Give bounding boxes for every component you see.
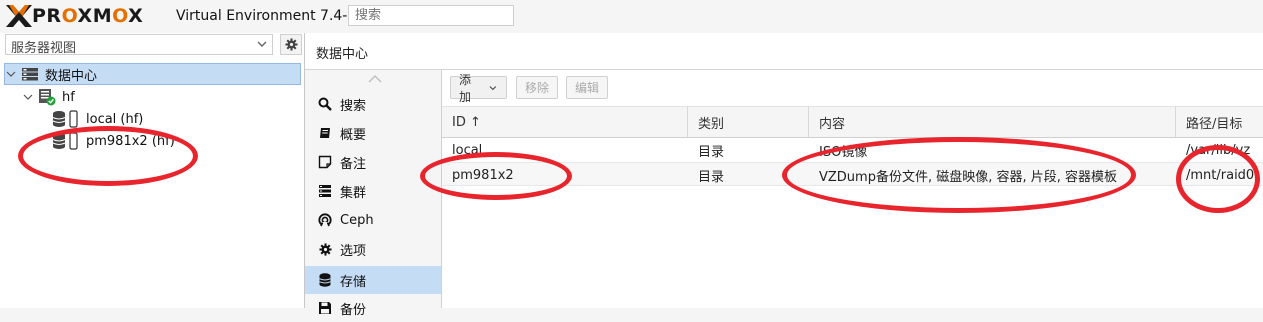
column-header-path[interactable]: 路径/目标 bbox=[1176, 107, 1263, 137]
nav-item-notes[interactable]: 备注 bbox=[305, 148, 441, 176]
cell-id: local bbox=[452, 142, 483, 158]
tree-settings-button[interactable] bbox=[280, 34, 302, 55]
chevron-down-icon bbox=[489, 85, 497, 90]
nav-item-label: 选项 bbox=[340, 243, 367, 259]
server-rack-icon bbox=[22, 68, 38, 81]
table-row[interactable]: pm981x2 目录 VZDump备份文件, 磁盘映像, 容器, 片段, 容器模… bbox=[442, 162, 1263, 186]
tree-item-storage-pm981x2[interactable]: pm981x2 (hf) bbox=[52, 130, 175, 152]
tree-item-label: pm981x2 (hf) bbox=[86, 133, 175, 149]
nav-item-label: 备份 bbox=[340, 302, 367, 318]
nav-item-backup[interactable]: 备份 bbox=[305, 294, 441, 322]
nav-item-options[interactable]: 选项 bbox=[305, 235, 441, 263]
ceph-icon bbox=[318, 213, 332, 227]
tree-item-datacenter[interactable]: 数据中心 bbox=[4, 63, 301, 85]
search-input[interactable] bbox=[348, 5, 514, 26]
cell-path: /var/lib/vz bbox=[1186, 142, 1251, 158]
cell-content: ISO镜像 bbox=[819, 144, 868, 160]
storage-icon bbox=[52, 132, 78, 150]
note-icon bbox=[318, 155, 332, 169]
table-row[interactable]: local 目录 ISO镜像 /var/lib/vz bbox=[442, 138, 1263, 162]
cell-path: /mnt/raid0 bbox=[1186, 167, 1255, 183]
proxmox-logo[interactable]: PROXMOX bbox=[6, 5, 143, 27]
chevron-down-icon[interactable] bbox=[5, 68, 17, 80]
column-header-content[interactable]: 内容 bbox=[809, 107, 1176, 137]
add-button-label: 添加 bbox=[459, 72, 472, 104]
gear-icon bbox=[284, 38, 298, 51]
tree-item-label: local (hf) bbox=[86, 111, 144, 127]
cell-content: VZDump备份文件, 磁盘映像, 容器, 片段, 容器模板 bbox=[819, 169, 1118, 185]
nav-item-label: 集群 bbox=[340, 185, 367, 201]
nav-item-label: 存储 bbox=[340, 274, 367, 290]
view-select-value: 服务器视图 bbox=[11, 41, 77, 56]
chevron-down-icon[interactable] bbox=[22, 91, 34, 103]
add-button[interactable]: 添加 bbox=[450, 73, 507, 104]
storage-icon bbox=[52, 110, 78, 128]
nav-item-label: 备注 bbox=[340, 156, 367, 172]
view-select[interactable]: 服务器视图 bbox=[5, 34, 273, 56]
resource-tree-panel: 服务器视图 数据中心 hf local (hf) pm981x2 (hf) bbox=[0, 33, 305, 308]
chevron-down-icon bbox=[257, 41, 267, 47]
nav-item-summary[interactable]: 概要 bbox=[305, 119, 441, 147]
book-icon bbox=[320, 128, 330, 138]
tree-item-label: hf bbox=[62, 89, 75, 105]
cell-id: pm981x2 bbox=[452, 167, 514, 183]
column-header-type[interactable]: 类别 bbox=[688, 107, 809, 137]
floppy-icon bbox=[319, 302, 331, 314]
nav-item-storage[interactable]: 存储 bbox=[305, 266, 441, 294]
tree-item-label: 数据中心 bbox=[45, 68, 98, 84]
version-label: Virtual Environment 7.4-17 bbox=[176, 8, 366, 24]
nav-item-search[interactable]: 搜索 bbox=[305, 90, 441, 118]
datacenter-nav: 搜索 概要 备注 集群 Ceph 选项 存储 备份 bbox=[305, 70, 442, 318]
breadcrumb: 数据中心 bbox=[316, 47, 369, 62]
proxmox-x-icon bbox=[6, 5, 32, 27]
cell-type: 目录 bbox=[698, 144, 725, 160]
server-icon bbox=[319, 185, 331, 197]
storage-panel: 添加 移除 编辑 ID ↑ 类别 内容 路径/目标 local 目录 ISO镜像… bbox=[442, 70, 1263, 308]
grid-header: ID ↑ 类别 内容 路径/目标 bbox=[442, 106, 1263, 138]
breadcrumb-bar: 数据中心 bbox=[305, 33, 1263, 70]
nav-item-label: Ceph bbox=[340, 212, 374, 228]
node-online-icon bbox=[39, 89, 56, 106]
gear-icon bbox=[318, 242, 332, 256]
tree-item-node-hf[interactable]: hf bbox=[22, 86, 75, 108]
tree-item-storage-local[interactable]: local (hf) bbox=[52, 108, 143, 130]
cell-type: 目录 bbox=[698, 169, 725, 185]
nav-item-cluster[interactable]: 集群 bbox=[305, 177, 441, 205]
nav-item-label: 概要 bbox=[340, 127, 367, 143]
scroll-up-icon[interactable] bbox=[367, 74, 383, 84]
logo-wordmark: PROXMOX bbox=[32, 5, 144, 27]
edit-button[interactable]: 编辑 bbox=[566, 76, 608, 99]
search-icon bbox=[318, 97, 332, 111]
nav-item-ceph[interactable]: Ceph bbox=[305, 206, 441, 234]
top-bar: PROXMOX Virtual Environment 7.4-17 bbox=[0, 0, 1263, 34]
column-header-id[interactable]: ID ↑ bbox=[442, 107, 688, 137]
nav-item-label: 搜索 bbox=[340, 98, 367, 114]
remove-button[interactable]: 移除 bbox=[516, 76, 558, 99]
database-icon bbox=[319, 273, 331, 287]
